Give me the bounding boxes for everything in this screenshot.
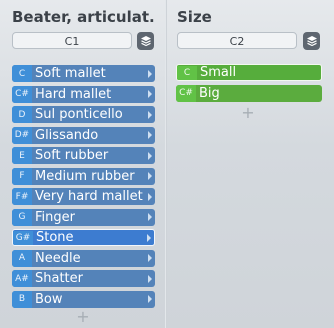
column-divider (165, 0, 167, 328)
note-key-label: F (12, 167, 32, 185)
note-key-label: C# (176, 84, 196, 102)
item-label: Stone (36, 230, 74, 245)
item-label: Finger (35, 209, 75, 225)
right-add-button[interactable]: + (241, 103, 255, 122)
item-label: Needle (35, 250, 81, 266)
right-column-title: Size (177, 8, 212, 26)
item-label: Shatter (35, 271, 83, 286)
chevron-right-icon[interactable] (145, 69, 155, 78)
item-label: Soft mallet (35, 66, 106, 81)
left-column-title: Beater, articulat. (12, 8, 155, 26)
left-list-item[interactable]: G# Stone (12, 229, 155, 246)
plus-icon: + (76, 307, 90, 326)
right-list-item[interactable]: C# Big (176, 84, 322, 102)
layers-icon (140, 32, 152, 51)
item-label: Sul ponticello (35, 107, 123, 122)
note-key-label: A (12, 249, 32, 267)
item-label: Very hard mallet (35, 189, 143, 204)
left-list-item[interactable]: F# Very hard mallet (12, 188, 155, 205)
left-value-dropdown[interactable]: C1 (12, 32, 132, 49)
left-list-item[interactable]: B Bow (12, 290, 155, 308)
layers-icon (306, 32, 318, 51)
note-key-label: C (12, 65, 32, 82)
left-list-item[interactable]: C# Hard mallet (12, 85, 155, 103)
item-label: Medium rubber (35, 168, 135, 184)
item-label: Bow (35, 291, 63, 307)
left-list-item[interactable]: A Needle (12, 249, 155, 267)
item-label: Hard mallet (35, 86, 112, 102)
note-key-label: C (177, 65, 197, 80)
right-layers-button[interactable] (303, 32, 320, 50)
left-list-item[interactable]: C Soft mallet (12, 65, 155, 82)
chevron-right-icon[interactable] (144, 233, 154, 242)
item-label: Small (200, 65, 237, 80)
left-add-button[interactable]: + (76, 307, 90, 326)
item-label: Big (199, 85, 220, 101)
note-key-label: B (12, 290, 32, 308)
note-key-label: A# (12, 270, 32, 287)
chevron-right-icon[interactable] (145, 295, 155, 303)
note-key-label: D (12, 106, 32, 123)
note-key-label: D# (12, 126, 32, 144)
item-label: Soft rubber (35, 148, 109, 163)
chevron-right-icon[interactable] (145, 274, 155, 283)
left-list-item[interactable]: G Finger (12, 208, 155, 226)
right-value-dropdown[interactable]: C2 (177, 32, 297, 49)
left-layers-button[interactable] (137, 32, 154, 50)
left-list-item[interactable]: E Soft rubber (12, 147, 155, 164)
chevron-right-icon[interactable] (145, 90, 155, 98)
note-key-label: F# (12, 188, 32, 205)
item-label: Glissando (35, 127, 99, 143)
left-list-item[interactable]: D Sul ponticello (12, 106, 155, 123)
note-key-label: G (12, 208, 32, 226)
left-list-item[interactable]: D# Glissando (12, 126, 155, 144)
chevron-right-icon[interactable] (145, 151, 155, 160)
chevron-right-icon[interactable] (145, 172, 155, 180)
left-list-item[interactable]: A# Shatter (12, 270, 155, 287)
chevron-right-icon[interactable] (145, 213, 155, 221)
chevron-right-icon[interactable] (145, 254, 155, 262)
note-key-label: G# (13, 230, 33, 245)
right-list-item[interactable]: C Small (176, 64, 322, 81)
chevron-right-icon[interactable] (145, 110, 155, 119)
note-key-label: C# (12, 85, 32, 103)
chevron-right-icon[interactable] (145, 192, 155, 201)
left-list-item[interactable]: F Medium rubber (12, 167, 155, 185)
note-key-label: E (12, 147, 32, 164)
chevron-right-icon[interactable] (145, 131, 155, 139)
plus-icon: + (241, 103, 255, 122)
